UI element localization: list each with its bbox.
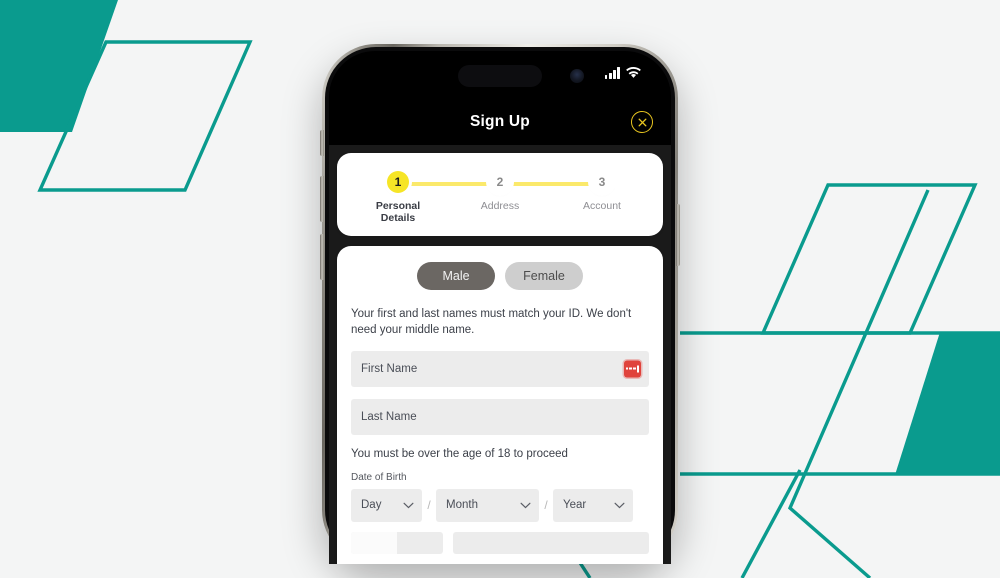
step-number-badge: 3 — [591, 171, 613, 193]
gender-option-male[interactable]: Male — [417, 262, 495, 290]
stepper-step-address[interactable]: 2 Address — [461, 171, 539, 224]
step-number-badge: 1 — [387, 171, 409, 193]
phone-volume-down-button[interactable] — [320, 234, 324, 280]
partial-field-right[interactable] — [453, 531, 649, 554]
progress-stepper-card: 1 Personal Details 2 Address 3 Account — [337, 153, 663, 236]
stepper-step-account[interactable]: 3 Account — [563, 171, 641, 224]
dob-month-value: Month — [446, 499, 478, 512]
step-label: Personal Details — [375, 200, 421, 224]
date-of-birth-row: Day / Month / Year — [351, 488, 649, 522]
first-name-placeholder: First Name — [361, 362, 418, 375]
bg-shape-outline-right — [760, 183, 978, 335]
chevron-down-icon — [614, 502, 625, 509]
stepper-step-personal-details[interactable]: 1 Personal Details — [359, 171, 437, 224]
close-icon — [638, 118, 646, 126]
dynamic-island — [458, 65, 584, 87]
age-requirement-note: You must be over the age of 18 to procee… — [351, 447, 568, 460]
dob-year-value: Year — [563, 499, 587, 512]
personal-details-form-card: Male Female Your first and last names mu… — [337, 246, 663, 564]
status-bar-indicators — [604, 67, 641, 79]
partial-field-left[interactable] — [351, 531, 443, 554]
last-name-placeholder: Last Name — [361, 410, 417, 423]
bg-shape-solid-right — [895, 332, 1000, 475]
last-name-input[interactable]: Last Name — [351, 398, 649, 435]
first-name-input[interactable]: First Name — [351, 350, 649, 387]
step-label: Account — [583, 200, 621, 212]
phone-screen: Sign Up 1 Personal Details 2 Address 3 A… — [329, 51, 671, 564]
dob-year-select[interactable]: Year — [553, 488, 633, 522]
bg-diagonal-line-lower — [740, 469, 802, 578]
wifi-icon — [626, 67, 641, 78]
dob-month-select[interactable]: Month — [436, 488, 539, 522]
gender-option-female[interactable]: Female — [505, 262, 583, 290]
status-bar — [329, 51, 671, 99]
screenshot-stage: Sign Up 1 Personal Details 2 Address 3 A… — [0, 0, 1000, 578]
page-title: Sign Up — [470, 113, 530, 130]
cellular-signal-icon — [604, 67, 620, 79]
error-indicator-icon[interactable] — [624, 360, 641, 378]
close-circle-icon[interactable] — [631, 111, 653, 133]
gender-toggle-group: Male Female — [351, 262, 649, 290]
phone-power-button[interactable] — [676, 204, 680, 266]
step-label: Address — [480, 200, 520, 212]
step-number-badge: 2 — [489, 171, 511, 193]
date-of-birth-label: Date of Birth — [351, 471, 407, 483]
app-content: 1 Personal Details 2 Address 3 Account M… — [329, 145, 671, 564]
dob-day-value: Day — [361, 499, 382, 512]
phone-mockup: Sign Up 1 Personal Details 2 Address 3 A… — [320, 44, 680, 564]
chevron-down-icon — [403, 502, 414, 509]
phone-mute-switch[interactable] — [320, 130, 324, 156]
bg-diagonal-line — [787, 189, 930, 578]
dob-day-select[interactable]: Day — [351, 488, 422, 522]
name-help-text: Your first and last names must match you… — [351, 308, 632, 337]
bg-shape-solid-topleft — [0, 0, 118, 132]
app-title-bar: Sign Up — [329, 99, 671, 145]
phone-volume-up-button[interactable] — [320, 176, 324, 222]
progress-stepper: 1 Personal Details 2 Address 3 Account — [351, 171, 649, 224]
chevron-down-icon — [520, 502, 531, 509]
dob-separator-2: / — [544, 498, 548, 513]
partially-visible-field-row[interactable] — [351, 531, 649, 554]
dob-separator-1: / — [427, 498, 431, 513]
